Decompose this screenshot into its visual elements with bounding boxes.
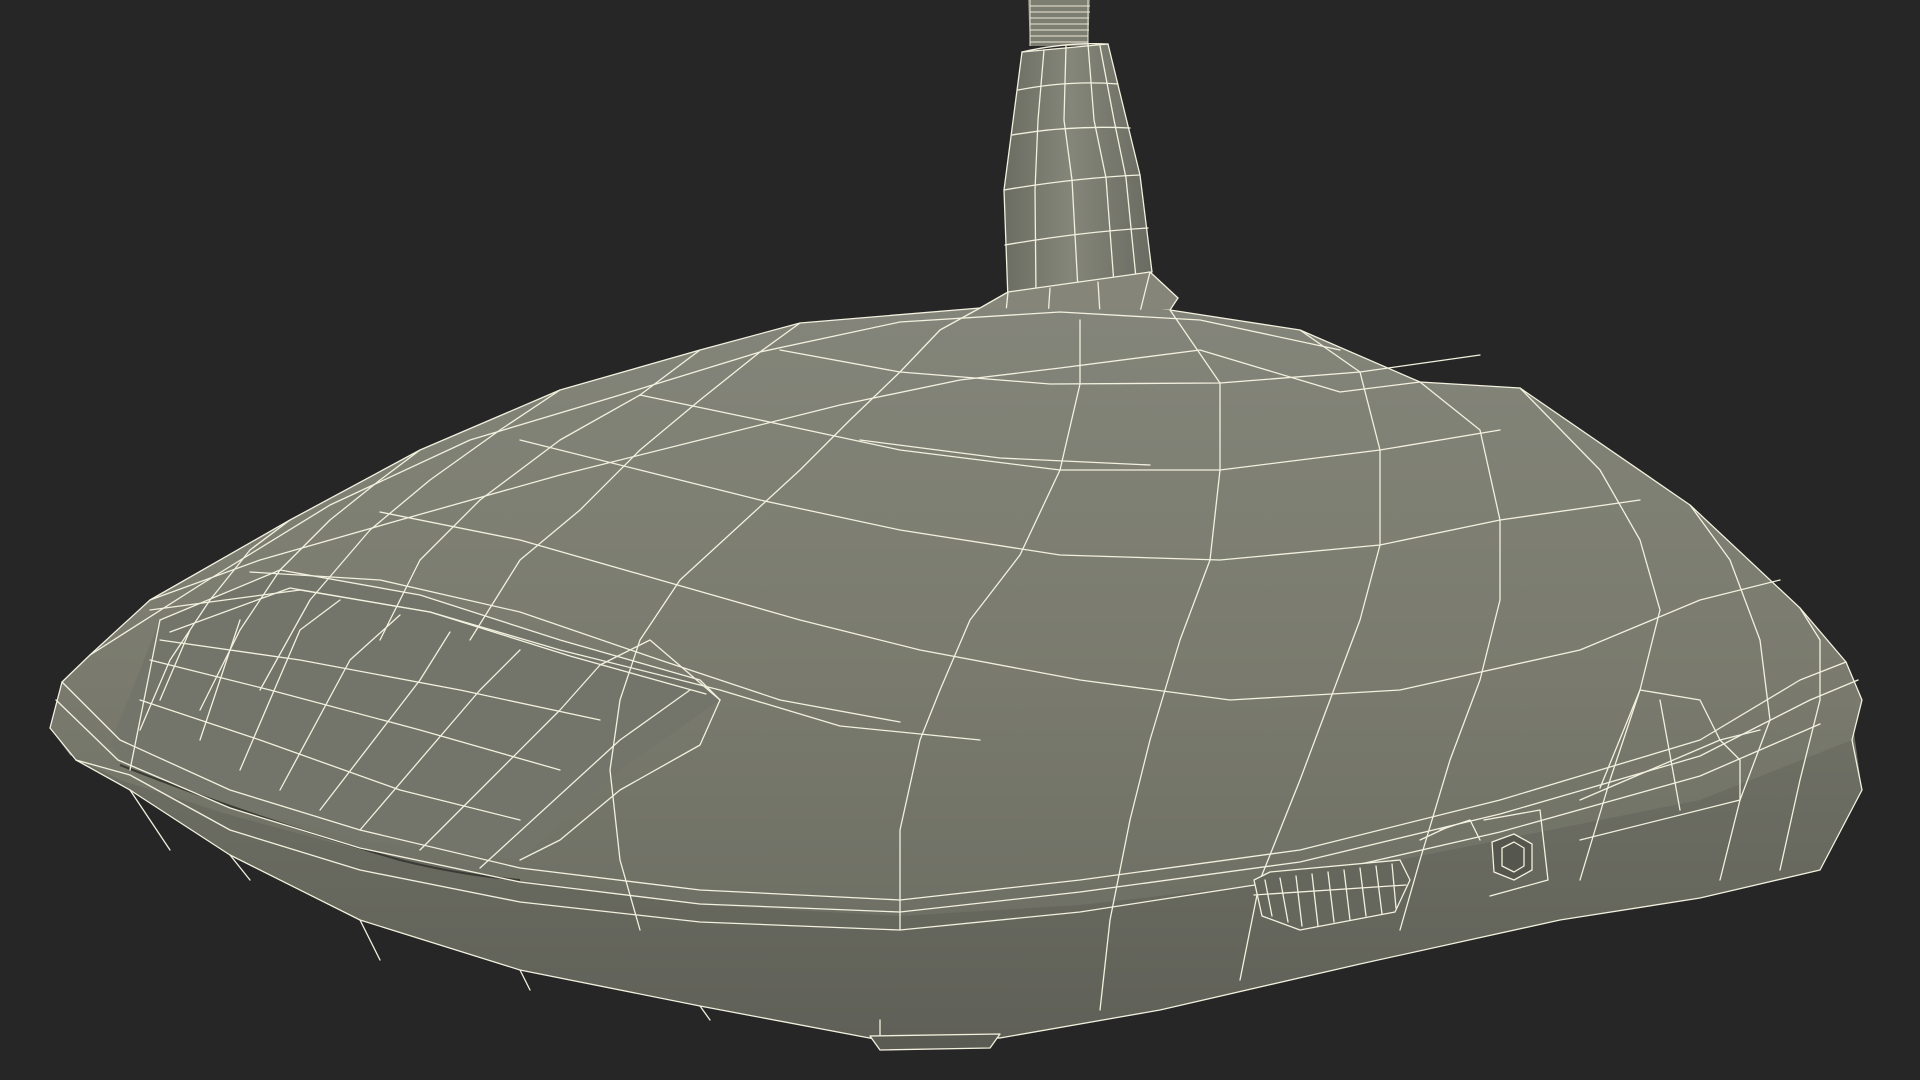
gooseneck-stem [979,0,1179,323]
wireframe-render [49,0,1863,1051]
render-viewport [0,0,1920,1080]
microphone-base [49,307,1863,1051]
